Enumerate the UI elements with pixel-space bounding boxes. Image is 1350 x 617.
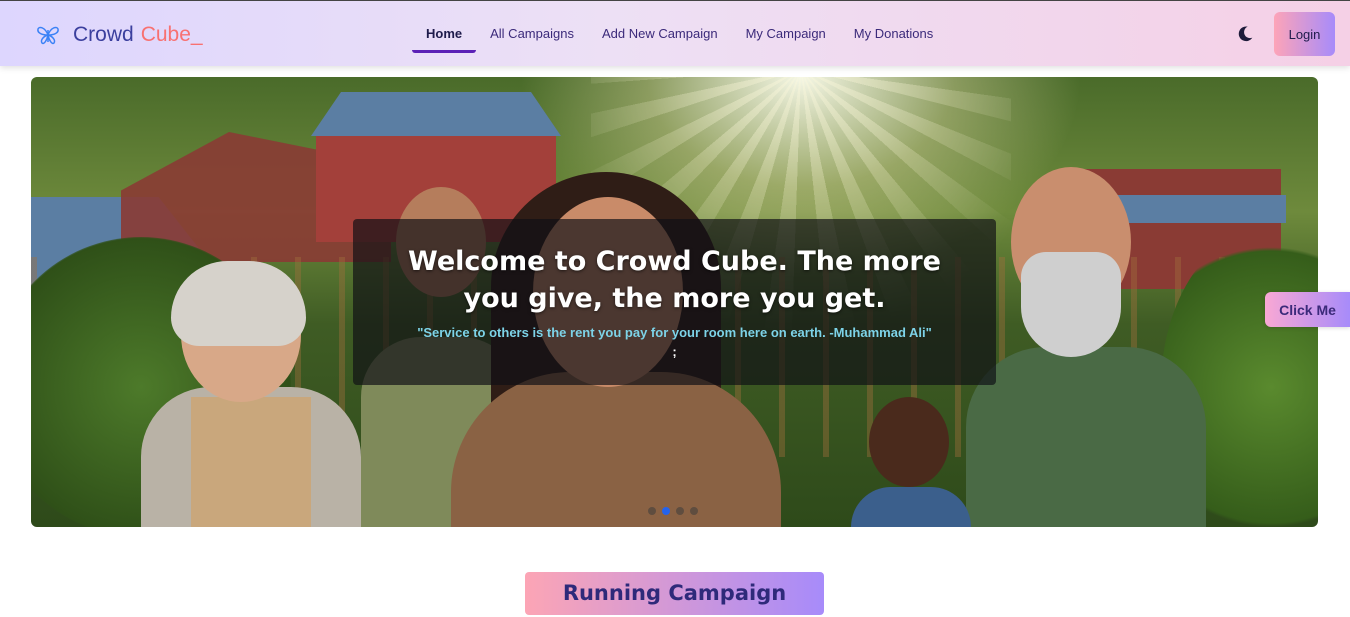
moon-icon[interactable] [1234, 23, 1256, 45]
nav-my-donations[interactable]: My Donations [840, 20, 947, 47]
hero-caption: Welcome to Crowd Cube. The more you give… [353, 219, 996, 385]
nav-home[interactable]: Home [412, 20, 477, 53]
carousel-dot-3[interactable] [676, 507, 684, 515]
login-button[interactable]: Login [1274, 12, 1335, 56]
person-child [851, 397, 971, 527]
hero-headline: Welcome to Crowd Cube. The more you give… [408, 246, 941, 314]
carousel-dots [648, 507, 698, 515]
person-elderly-woman [141, 261, 361, 527]
house-roof [311, 92, 561, 136]
nav-my-campaign[interactable]: My Campaign [732, 20, 840, 47]
navbar: Crowd Cube _ Home All Campaigns Add New … [0, 0, 1350, 66]
person-old-man [966, 167, 1206, 527]
nav-all-campaigns[interactable]: All Campaigns [476, 20, 588, 47]
carousel-dot-1[interactable] [648, 507, 656, 515]
brand-cursor: _ [190, 23, 203, 46]
brand-word-cube: Cube [140, 23, 191, 46]
main-nav: Home All Campaigns Add New Campaign My C… [412, 15, 947, 53]
butterfly-icon [37, 26, 59, 45]
brand[interactable]: Crowd Cube _ [36, 19, 203, 51]
brand-word-crowd: Crowd [73, 23, 134, 46]
running-campaign-heading: Running Campaign [525, 572, 824, 615]
click-me-tab[interactable]: Click Me [1265, 292, 1350, 327]
hero-trailing-text: ; [672, 344, 677, 359]
carousel-dot-4[interactable] [690, 507, 698, 515]
nav-add-new-campaign[interactable]: Add New Campaign [588, 20, 732, 47]
carousel-dot-2[interactable] [662, 507, 670, 515]
hero-quote: "Service to others is the rent you pay f… [417, 325, 932, 340]
hero-carousel[interactable]: Welcome to Crowd Cube. The more you give… [31, 77, 1318, 527]
